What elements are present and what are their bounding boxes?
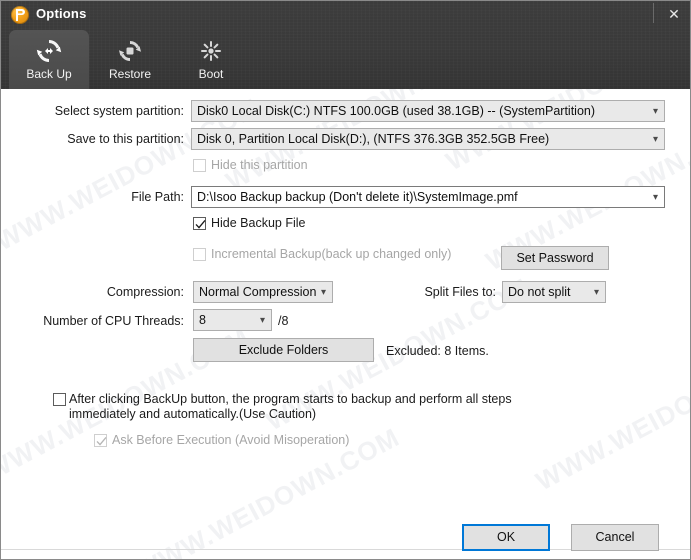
options-dialog: Options ✕ Back Up Restore Boot WWW.WEIDO… <box>0 0 691 560</box>
tab-boot[interactable]: Boot <box>171 30 251 89</box>
hide-backup-file-checkbox[interactable]: Hide Backup File <box>193 216 306 231</box>
split-files-combo[interactable]: Do not split ▾ <box>502 281 606 303</box>
isoo-logo-icon <box>11 6 29 24</box>
ask-before-execution-checkbox: Ask Before Execution (Avoid Misoperation… <box>94 433 349 448</box>
backup-arrows-icon <box>34 36 64 66</box>
cpu-threads-max: /8 <box>278 314 289 328</box>
checkbox-box <box>193 248 206 261</box>
split-files-label: Split Files to: <box>424 285 496 299</box>
hide-backup-file-label: Hide Backup File <box>211 216 306 230</box>
select-partition-label: Select system partition: <box>54 104 184 118</box>
exclude-folders-button[interactable]: Exclude Folders <box>193 338 374 362</box>
cpu-threads-value: 8 <box>199 313 206 327</box>
watermark: WWW.WEIDOWN.COM <box>530 331 691 497</box>
excluded-status: Excluded: 8 Items. <box>386 344 489 358</box>
checkbox-box <box>193 159 206 172</box>
chevron-down-icon: ▾ <box>652 106 658 117</box>
window-title: Options <box>36 6 87 21</box>
tab-backup[interactable]: Back Up <box>9 30 89 89</box>
ask-before-execution-label: Ask Before Execution (Avoid Misoperation… <box>112 433 350 447</box>
auto-backup-label: After clicking BackUp button, the progra… <box>69 392 512 421</box>
compression-label: Compression: <box>106 285 184 299</box>
auto-backup-checkbox[interactable]: After clicking BackUp button, the progra… <box>53 392 553 422</box>
chevron-down-icon: ▾ <box>652 192 658 203</box>
title-bar: Options ✕ <box>1 1 690 29</box>
restore-circle-icon <box>115 36 145 66</box>
tab-restore-label: Restore <box>108 67 152 81</box>
incremental-backup-label: Incremental Backup(back up changed only) <box>211 247 452 261</box>
file-path-label: File Path: <box>131 190 184 204</box>
save-partition-combo[interactable]: Disk 0, Partition Local Disk(D:), (NTFS … <box>191 128 665 150</box>
titlebar-divider <box>653 3 654 23</box>
file-path-combo[interactable]: D:\Isoo Backup backup (Don't delete it)\… <box>191 186 665 208</box>
close-icon[interactable]: ✕ <box>660 3 688 25</box>
save-partition-value: Disk 0, Partition Local Disk(D:), (NTFS … <box>197 132 550 146</box>
chevron-down-icon: ▾ <box>259 315 265 326</box>
file-path-value: D:\Isoo Backup backup (Don't delete it)\… <box>197 190 518 204</box>
tab-boot-label: Boot <box>198 67 224 81</box>
boot-burst-icon <box>196 36 226 66</box>
checkbox-box <box>53 393 66 406</box>
tab-bar: Back Up Restore Boot <box>1 29 690 89</box>
tab-backup-label: Back Up <box>26 67 72 81</box>
cpu-threads-label: Number of CPU Threads: <box>43 314 184 328</box>
cpu-threads-combo[interactable]: 8 ▾ <box>193 309 272 331</box>
dialog-body: WWW.WEIDOWN.COM WWW.WEIDOWN.COM WWW.WEID… <box>1 89 691 559</box>
chevron-down-icon: ▾ <box>652 134 658 145</box>
cancel-button[interactable]: Cancel <box>571 524 659 551</box>
split-files-value: Do not split <box>508 285 571 299</box>
hide-partition-label: Hide this partition <box>211 158 308 172</box>
set-password-button[interactable]: Set Password <box>501 246 609 270</box>
checkbox-box <box>94 434 107 447</box>
checkbox-box <box>193 217 206 230</box>
hide-partition-checkbox: Hide this partition <box>193 158 308 173</box>
compression-combo[interactable]: Normal Compression ▾ <box>193 281 333 303</box>
tab-restore[interactable]: Restore <box>90 30 170 89</box>
chevron-down-icon: ▾ <box>320 287 326 298</box>
select-partition-combo[interactable]: Disk0 Local Disk(C:) NTFS 100.0GB (used … <box>191 100 665 122</box>
chevron-down-icon: ▾ <box>593 287 599 298</box>
compression-value: Normal Compression <box>199 285 317 299</box>
ok-button[interactable]: OK <box>462 524 550 551</box>
dialog-header: Options ✕ Back Up Restore Boot <box>1 1 690 89</box>
save-partition-label: Save to this partition: <box>67 132 184 146</box>
select-partition-value: Disk0 Local Disk(C:) NTFS 100.0GB (used … <box>197 104 596 118</box>
incremental-backup-checkbox: Incremental Backup(back up changed only) <box>193 247 451 262</box>
